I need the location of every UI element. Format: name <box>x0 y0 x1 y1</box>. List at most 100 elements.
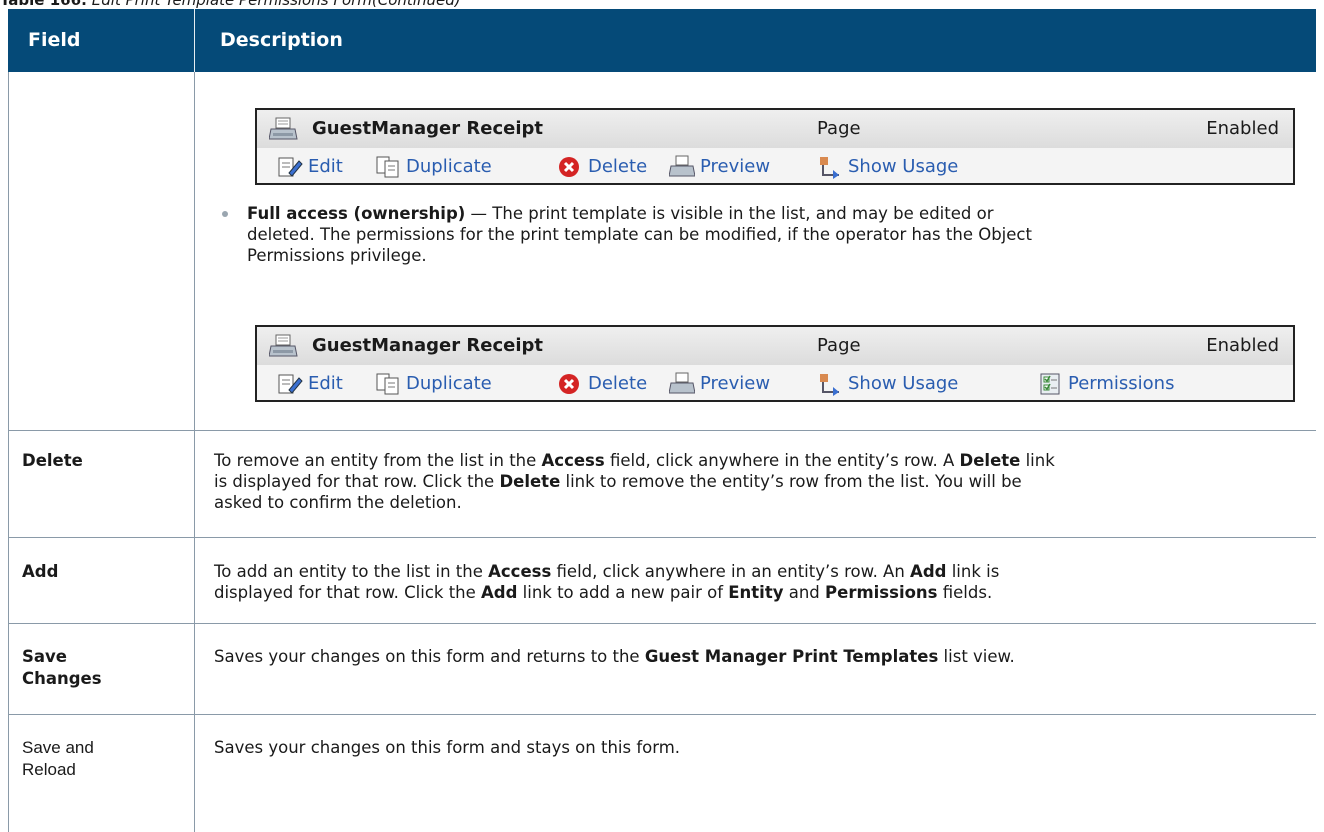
preview-icon <box>669 372 695 394</box>
permissions-icon <box>1040 373 1060 395</box>
delete-term: Delete <box>959 451 1021 470</box>
preview-label: Preview <box>700 156 771 177</box>
edit-icon <box>278 157 303 177</box>
caption-title: Edit Print Template Permissions Form(Con… <box>87 0 461 9</box>
duplicate-action[interactable]: Duplicate <box>375 154 492 180</box>
full-access-description: Full access (ownership) — The print temp… <box>247 203 1307 266</box>
add-description: To add an entity to the list in the Acce… <box>214 561 1309 603</box>
template-row: GuestManager Receipt Page Enabled <box>257 327 1293 366</box>
edit-label: Edit <box>308 156 343 177</box>
bullet <box>222 211 228 217</box>
edit-action[interactable]: Edit <box>277 371 343 397</box>
header-divider <box>194 9 195 72</box>
header-field: Field <box>28 29 81 51</box>
table-left-border <box>8 72 9 832</box>
template-name: GuestManager Receipt <box>312 335 543 356</box>
template-list-item-screenshot: GuestManager Receipt Page Enabled Edit D… <box>255 108 1295 185</box>
show-usage-icon <box>820 157 839 179</box>
template-type: Page <box>817 118 861 139</box>
duplicate-label: Duplicate <box>406 156 492 177</box>
delete-text: is displayed for that row. Click the <box>214 472 500 491</box>
add-term: Permissions <box>825 583 938 602</box>
save-reload-label-line1: Save and <box>22 738 94 757</box>
add-text: To add an entity to the list in the <box>214 562 489 581</box>
caption-number: Table 166: <box>0 0 88 9</box>
save-changes-text: list view. <box>938 647 1015 666</box>
delete-term: Delete <box>499 472 561 491</box>
show-usage-label: Show Usage <box>848 156 959 177</box>
row-divider <box>8 623 1316 624</box>
delete-text: asked to confirm the deletion. <box>214 493 462 512</box>
template-list-item-full-screenshot: GuestManager Receipt Page Enabled Edit D… <box>255 325 1295 402</box>
full-access-line1: — The print template is visible in the l… <box>465 204 994 223</box>
add-text: fields. <box>937 583 993 602</box>
field-delete: Delete <box>22 451 83 470</box>
save-changes-text: Saves your changes on this form and retu… <box>214 647 645 666</box>
delete-text: To remove an entity from the list in the <box>214 451 542 470</box>
duplicate-action[interactable]: Duplicate <box>375 371 492 397</box>
header-description: Description <box>220 29 343 51</box>
show-usage-action[interactable]: Show Usage <box>817 154 958 180</box>
save-changes-term: Guest Manager Print Templates <box>644 647 939 666</box>
delete-text: field, click anywhere in the entity’s ro… <box>604 451 960 470</box>
permissions-action[interactable]: Permissions <box>1037 371 1174 397</box>
template-type: Page <box>817 335 861 356</box>
delete-term: Access <box>541 451 605 470</box>
save-reload-label-line2: Reload <box>22 760 76 779</box>
add-text: field, click anywhere in an entity’s row… <box>551 562 911 581</box>
preview-label: Preview <box>700 373 771 394</box>
add-text: link to add a new pair of <box>517 583 729 602</box>
delete-description: To remove an entity from the list in the… <box>214 450 1309 513</box>
edit-icon <box>278 374 303 394</box>
add-term: Add <box>481 583 518 602</box>
add-text: link is <box>946 562 1000 581</box>
row-divider <box>8 537 1316 538</box>
save-changes-description: Saves your changes on this form and retu… <box>214 646 1309 667</box>
template-status: Enabled <box>1206 118 1279 139</box>
edit-action[interactable]: Edit <box>277 154 343 180</box>
duplicate-icon <box>376 156 399 178</box>
printer-icon <box>269 117 298 140</box>
add-text: displayed for that row. Click the <box>214 583 482 602</box>
add-term: Add <box>910 562 947 581</box>
delete-icon <box>559 374 579 394</box>
show-usage-action[interactable]: Show Usage <box>817 371 958 397</box>
template-actions: Edit Duplicate Delete Preview Show Usage… <box>257 365 1293 400</box>
delete-text: link to remove the entity’s row from the… <box>560 472 1022 491</box>
full-access-term: Full access (ownership) <box>247 204 466 223</box>
full-access-line2: deleted. The permissions for the print t… <box>247 225 1032 244</box>
save-changes-label-line1: Save <box>22 647 67 666</box>
row-divider <box>8 714 1316 715</box>
preview-action[interactable]: Preview <box>669 154 770 180</box>
template-status: Enabled <box>1206 335 1279 356</box>
add-term: Access <box>488 562 552 581</box>
delete-label: Delete <box>588 156 648 177</box>
show-usage-icon <box>820 374 839 396</box>
edit-label: Edit <box>308 373 343 394</box>
add-term: Entity <box>728 583 784 602</box>
preview-action[interactable]: Preview <box>669 371 770 397</box>
table-caption: Table 166: Edit Print Template Permissio… <box>0 0 461 9</box>
field-save-reload: Save and Reload <box>22 737 94 781</box>
template-actions: Edit Duplicate Delete Preview Show Usage <box>257 148 1293 183</box>
duplicate-icon <box>376 373 399 395</box>
permissions-label: Permissions <box>1068 373 1175 394</box>
delete-action[interactable]: Delete <box>557 154 647 180</box>
show-usage-label: Show Usage <box>848 373 959 394</box>
field-save-changes: Save Changes <box>22 646 102 690</box>
save-reload-description: Saves your changes on this form and stay… <box>214 738 681 757</box>
delete-icon <box>559 157 579 177</box>
full-access-line3: Permissions privilege. <box>247 246 427 265</box>
template-row: GuestManager Receipt Page Enabled <box>257 110 1293 149</box>
template-name: GuestManager Receipt <box>312 118 543 139</box>
delete-action[interactable]: Delete <box>557 371 647 397</box>
table-header: Field Description <box>8 9 1316 72</box>
duplicate-label: Duplicate <box>406 373 492 394</box>
save-changes-label-line2: Changes <box>22 669 102 688</box>
row-divider <box>8 430 1316 431</box>
column-divider <box>194 72 195 832</box>
printer-icon <box>269 334 298 357</box>
preview-icon <box>669 155 695 177</box>
delete-text: link <box>1020 451 1055 470</box>
add-text: and <box>783 583 826 602</box>
